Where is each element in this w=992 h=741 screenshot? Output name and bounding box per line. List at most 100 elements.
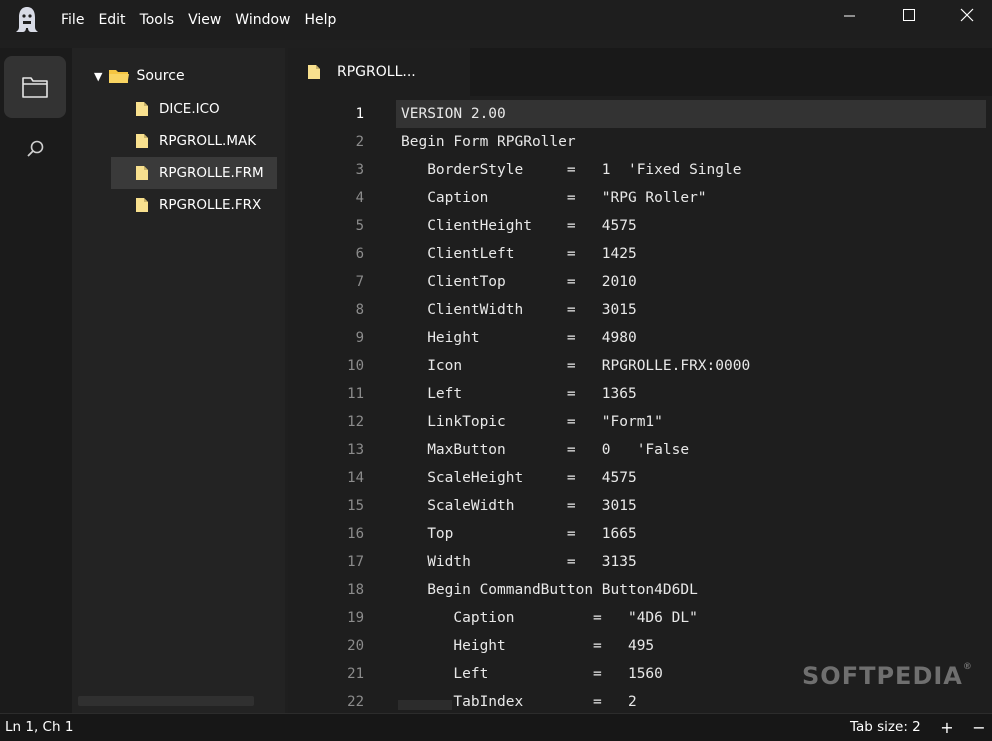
line-number: 8 [355, 302, 364, 318]
file-icon [308, 65, 320, 79]
line-number: 1 [355, 106, 364, 122]
line-number: 20 [347, 638, 364, 654]
code-text: Height = 495 [401, 638, 655, 654]
code-line[interactable]: 19 Caption = "4D6 DL" [288, 604, 992, 632]
code-text: ScaleHeight = 4575 [401, 470, 637, 486]
code-line[interactable]: 17 Width = 3135 [288, 548, 992, 576]
search-icon [27, 140, 44, 157]
file-icon [136, 102, 148, 116]
line-number: 14 [347, 470, 364, 486]
code-line[interactable]: 1 VERSION 2.00 [288, 100, 992, 128]
file-label: RPGROLLE.FRX [159, 197, 262, 213]
code-text: ClientTop = 2010 [401, 274, 637, 290]
watermark-text: SOFTPEDIA [802, 662, 963, 690]
code-line[interactable]: 5 ClientHeight = 4575 [288, 212, 992, 240]
code-line[interactable]: 16 Top = 1665 [288, 520, 992, 548]
code-line[interactable]: 9 Height = 4980 [288, 324, 992, 352]
file-label: RPGROLLE.FRM [159, 165, 264, 181]
tree-folder-source[interactable]: ▼ Source [94, 64, 185, 88]
code-line[interactable]: 4 Caption = "RPG Roller" [288, 184, 992, 212]
code-area[interactable]: 1 VERSION 2.00 2 Begin Form RPGRoller 3 Bord… [288, 100, 992, 716]
editor-pane: RPGROLL... 1 VERSION 2.00 2 Begin Form RPGR… [288, 48, 992, 713]
line-number: 3 [355, 162, 364, 178]
maximize-icon [903, 9, 915, 21]
cursor-position[interactable]: Ln 1, Ch 1 [5, 714, 73, 741]
line-number: 16 [347, 526, 364, 542]
close-button[interactable] [938, 0, 992, 32]
line-number: 7 [355, 274, 364, 290]
file-item-rpgroll-mak[interactable]: RPGROLL.MAK [111, 125, 277, 157]
code-line[interactable]: 11 Left = 1365 [288, 380, 992, 408]
maximize-button[interactable] [881, 0, 935, 32]
line-number: 19 [347, 610, 364, 626]
line-number: 10 [347, 358, 364, 374]
code-text: Top = 1665 [401, 526, 637, 542]
line-number: 9 [355, 330, 364, 346]
code-text: BorderStyle = 1 'Fixed Single [401, 162, 742, 178]
file-item-rpgrolle-frm[interactable]: RPGROLLE.FRM [111, 157, 277, 189]
chevron-down-icon: ▼ [94, 69, 103, 83]
code-line[interactable]: 7 ClientTop = 2010 [288, 268, 992, 296]
registered-mark: ® [962, 662, 973, 672]
editor-horizontal-scrollbar[interactable] [398, 700, 452, 710]
code-line[interactable]: 15 ScaleWidth = 3015 [288, 492, 992, 520]
minimize-icon [844, 15, 855, 17]
file-item-dice-ico[interactable]: DICE.ICO [111, 93, 277, 125]
code-text: Left = 1560 [401, 666, 663, 682]
code-line[interactable]: 14 ScaleHeight = 4575 [288, 464, 992, 492]
file-label: DICE.ICO [159, 101, 220, 117]
code-line[interactable]: 22 TabIndex = 2 [288, 688, 992, 716]
sidebar-scrollbar[interactable] [78, 696, 254, 706]
code-text: Height = 4980 [401, 330, 637, 346]
file-icon [136, 166, 148, 180]
folder-icon [109, 69, 130, 83]
menu-tools[interactable]: Tools [133, 0, 182, 40]
code-line[interactable]: 12 LinkTopic = "Form1" [288, 408, 992, 436]
activity-bar [0, 48, 72, 713]
code-line[interactable]: 8 ClientWidth = 3015 [288, 296, 992, 324]
line-number: 15 [347, 498, 364, 514]
code-text: ClientHeight = 4575 [401, 218, 637, 234]
tab-size-indicator[interactable]: Tab size: 2 [850, 714, 921, 741]
code-line[interactable]: 6 ClientLeft = 1425 [288, 240, 992, 268]
line-number: 12 [347, 414, 364, 430]
line-number: 13 [347, 442, 364, 458]
line-number: 2 [355, 134, 364, 150]
folder-label: Source [136, 68, 185, 84]
explorer-button[interactable] [4, 56, 66, 118]
code-line[interactable]: 10 Icon = RPGROLLE.FRX:0000 [288, 352, 992, 380]
line-number: 4 [355, 190, 364, 206]
app-logo-icon [16, 7, 38, 32]
code-line[interactable]: 18 Begin CommandButton Button4D6DL [288, 576, 992, 604]
file-label: RPGROLL.MAK [159, 133, 257, 149]
line-number: 17 [347, 554, 364, 570]
menu-view[interactable]: View [181, 0, 228, 40]
line-number: 21 [347, 666, 364, 682]
code-line[interactable]: 2 Begin Form RPGRoller [288, 128, 992, 156]
line-number: 6 [355, 246, 364, 262]
zoom-out-button[interactable]: − [970, 714, 988, 741]
code-text: MaxButton = 0 'False [401, 442, 690, 458]
title-bar: File Edit Tools View Window Help [0, 0, 992, 40]
tab-rpgroll[interactable]: RPGROLL... [288, 48, 470, 96]
code-line[interactable]: 20 Height = 495 [288, 632, 992, 660]
close-icon [960, 8, 974, 22]
menu-help[interactable]: Help [298, 0, 344, 40]
file-item-rpgrolle-frx[interactable]: RPGROLLE.FRX [111, 189, 277, 221]
menu-bar: File Edit Tools View Window Help [54, 0, 343, 40]
minimize-button[interactable] [822, 0, 876, 32]
tab-bar: RPGROLL... [288, 48, 992, 96]
line-number: 5 [355, 218, 364, 234]
menu-edit[interactable]: Edit [91, 0, 132, 40]
file-icon [136, 198, 148, 212]
code-line[interactable]: 3 BorderStyle = 1 'Fixed Single [288, 156, 992, 184]
code-line[interactable]: 13 MaxButton = 0 'False [288, 436, 992, 464]
menu-file[interactable]: File [54, 0, 91, 40]
menu-window[interactable]: Window [228, 0, 297, 40]
line-number: 22 [347, 694, 364, 710]
tab-label: RPGROLL... [337, 64, 416, 80]
zoom-in-button[interactable]: + [938, 714, 956, 741]
search-button[interactable] [4, 124, 66, 180]
line-number: 11 [347, 386, 364, 402]
code-text: VERSION 2.00 [401, 106, 506, 122]
